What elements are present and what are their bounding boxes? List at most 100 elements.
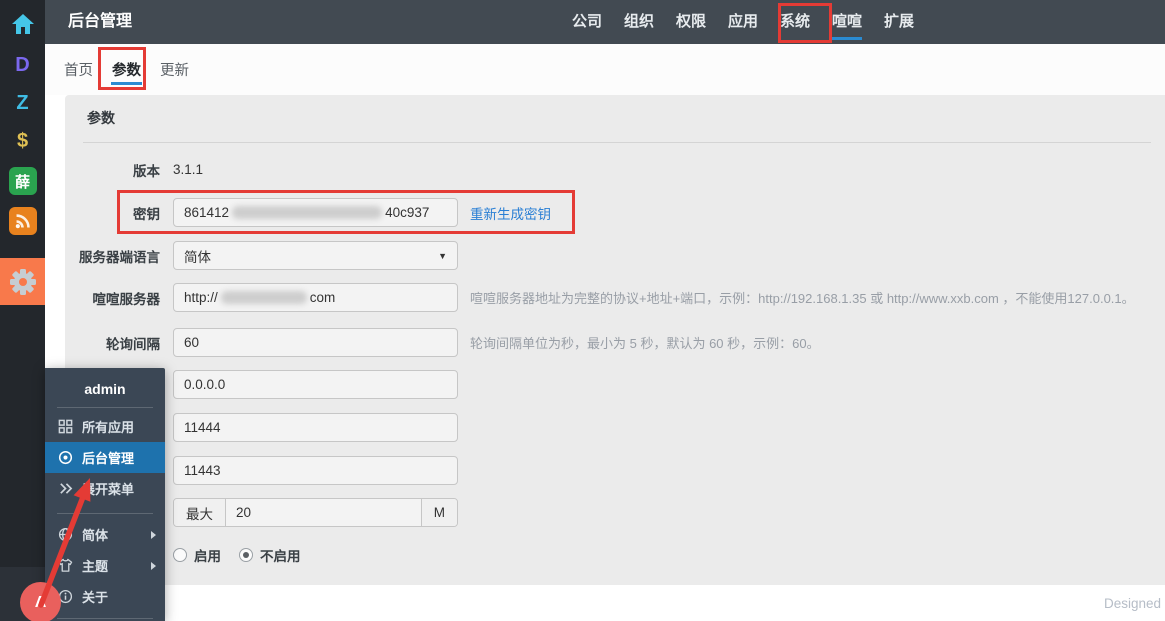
radio-enable-label: 启用 [194, 545, 221, 565]
menu-item-theme[interactable]: 主题 [45, 550, 165, 581]
tabbar: 首页 参数 更新 [45, 44, 1165, 95]
user-menu: admin 所有应用 后台管理 [45, 368, 165, 621]
user-menu-username: admin [45, 368, 165, 407]
server-url-prefix: http:// [184, 290, 218, 305]
server-language-select[interactable]: 简体 ▼ [173, 241, 458, 270]
menu-divider [57, 513, 153, 514]
row-secret-key: 密钥 861412 40c937 重新生成密钥 [65, 198, 1157, 227]
menu-item-all-apps[interactable]: 所有应用 [45, 411, 165, 442]
max-size-input[interactable]: 20 [226, 499, 421, 526]
secret-key-redaction [232, 206, 382, 219]
menu-item-label: 主题 [82, 556, 108, 575]
submenu-caret-icon [151, 531, 156, 539]
row-version: 版本 3.1.1 [65, 155, 1157, 184]
topbar: 后台管理 公司 组织 权限 应用 系统 喧喧 扩展 [45, 0, 1165, 44]
nav-item-privilege[interactable]: 权限 [676, 0, 706, 44]
sidebar-item-dollar-app[interactable]: $ [0, 126, 45, 156]
row-port-1 [65, 413, 1157, 442]
user-avatar[interactable]: A [20, 582, 61, 621]
menu-item-label: 后台管理 [82, 448, 134, 467]
row-server-language: 服务器端语言 简体 ▼ [65, 241, 1157, 270]
port1-input[interactable] [173, 413, 458, 442]
panel-heading: 参数 [87, 108, 115, 128]
designed-credit: Designed [1104, 596, 1161, 611]
gear-icon [9, 268, 37, 296]
regenerate-key-link[interactable]: 重新生成密钥 [470, 203, 551, 223]
top-navigation: 公司 组织 权限 应用 系统 喧喧 扩展 [572, 0, 914, 44]
parameters-panel: 参数 版本 3.1.1 密钥 861412 40c937 重新生成密钥 服务器端… [65, 95, 1165, 585]
tab-home[interactable]: 首页 [63, 44, 94, 95]
panel-divider [83, 142, 1151, 143]
poll-interval-input[interactable] [173, 328, 458, 357]
dollar-app-icon: $ [17, 130, 28, 153]
row-enable-toggle: 启用 不启用 [65, 540, 1157, 569]
ip-input[interactable] [173, 370, 458, 399]
nav-item-extension[interactable]: 扩展 [884, 0, 914, 44]
tab-update[interactable]: 更新 [159, 44, 190, 95]
poll-interval-help: 轮询间隔单位为秒，最小为 5 秒，默认为 60 秒，示例：60。 [470, 333, 820, 352]
secret-key-label: 密钥 [65, 203, 160, 223]
version-label: 版本 [65, 160, 160, 180]
sidebar-item-xue-app[interactable]: 薛 [0, 166, 45, 196]
menu-item-expand-menu[interactable]: 展开菜单 [45, 473, 165, 504]
row-ip [65, 370, 1157, 399]
radio-disable[interactable]: 不启用 [239, 545, 301, 565]
globe-icon [58, 527, 73, 542]
xue-app-icon: 薛 [9, 167, 37, 195]
backend-admin-page: 后台管理 公司 组织 权限 应用 系统 喧喧 扩展 首页 参数 更新 参数 版本… [0, 0, 1165, 621]
apps-grid-icon [58, 419, 73, 434]
z-app-icon: Z [16, 92, 28, 115]
tab-parameters-label: 参数 [112, 59, 141, 80]
menu-item-about[interactable]: 关于 [45, 581, 165, 612]
menu-item-label: 所有应用 [82, 417, 134, 436]
sidebar-item-home[interactable] [0, 8, 45, 40]
expand-chevrons-icon [58, 481, 73, 496]
radio-disable-label: 不启用 [260, 545, 301, 565]
active-tab-underline [111, 82, 142, 85]
sidebar-item-d-app[interactable]: D [0, 50, 45, 80]
radio-enable-icon [173, 548, 187, 562]
menu-item-language[interactable]: 简体 [45, 519, 165, 550]
row-port-2 [65, 456, 1157, 485]
nav-item-xuanxuan[interactable]: 喧喧 [832, 0, 862, 44]
page-title: 后台管理 [68, 0, 132, 44]
sidebar-item-rss-app[interactable] [0, 206, 45, 236]
port2-input[interactable] [173, 456, 458, 485]
row-max-size: 最大 20 M [65, 498, 1157, 527]
xuanxuan-server-input[interactable]: http:// com [173, 283, 458, 312]
secret-key-input[interactable]: 861412 40c937 [173, 198, 458, 227]
secret-key-suffix: 40c937 [385, 205, 429, 220]
server-url-redaction [221, 291, 307, 304]
nav-item-application[interactable]: 应用 [728, 0, 758, 44]
sidebar-item-z-app[interactable]: Z [0, 88, 45, 118]
home-icon [11, 13, 35, 35]
max-size-prefix-addon: 最大 [174, 499, 226, 526]
max-size-input-group: 最大 20 M [173, 498, 458, 527]
submenu-caret-icon [151, 562, 156, 570]
menu-item-label: 展开菜单 [82, 479, 134, 498]
row-xuanxuan-server: 喧喧服务器 http:// com 喧喧服务器地址为完整的协议+地址+端口，示例… [65, 283, 1157, 312]
radio-enable[interactable]: 启用 [173, 545, 221, 565]
menu-item-label: 简体 [82, 525, 108, 544]
max-size-unit-addon: M [421, 499, 457, 526]
menu-divider [57, 618, 153, 619]
row-poll-interval: 轮询间隔 轮询间隔单位为秒，最小为 5 秒，默认为 60 秒，示例：60。 [65, 328, 1157, 357]
active-nav-underline [832, 37, 862, 40]
menu-item-label: 关于 [82, 587, 108, 606]
nav-item-system[interactable]: 系统 [780, 0, 810, 44]
menu-item-backend-admin[interactable]: 后台管理 [45, 442, 165, 473]
admin-bullseye-icon [58, 450, 73, 465]
version-value: 3.1.1 [173, 162, 203, 177]
nav-item-company[interactable]: 公司 [572, 0, 602, 44]
server-language-value: 简体 [184, 246, 211, 266]
chevron-down-icon: ▼ [438, 251, 447, 261]
d-app-icon: D [15, 54, 29, 77]
theme-shirt-icon [58, 558, 73, 573]
nav-item-organization[interactable]: 组织 [624, 0, 654, 44]
radio-disable-icon [239, 548, 253, 562]
secret-key-prefix: 861412 [184, 205, 229, 220]
rss-icon [9, 207, 37, 235]
xuanxuan-server-label: 喧喧服务器 [65, 288, 160, 308]
sidebar-item-admin-settings[interactable] [0, 258, 45, 305]
tab-parameters[interactable]: 参数 [111, 44, 142, 95]
